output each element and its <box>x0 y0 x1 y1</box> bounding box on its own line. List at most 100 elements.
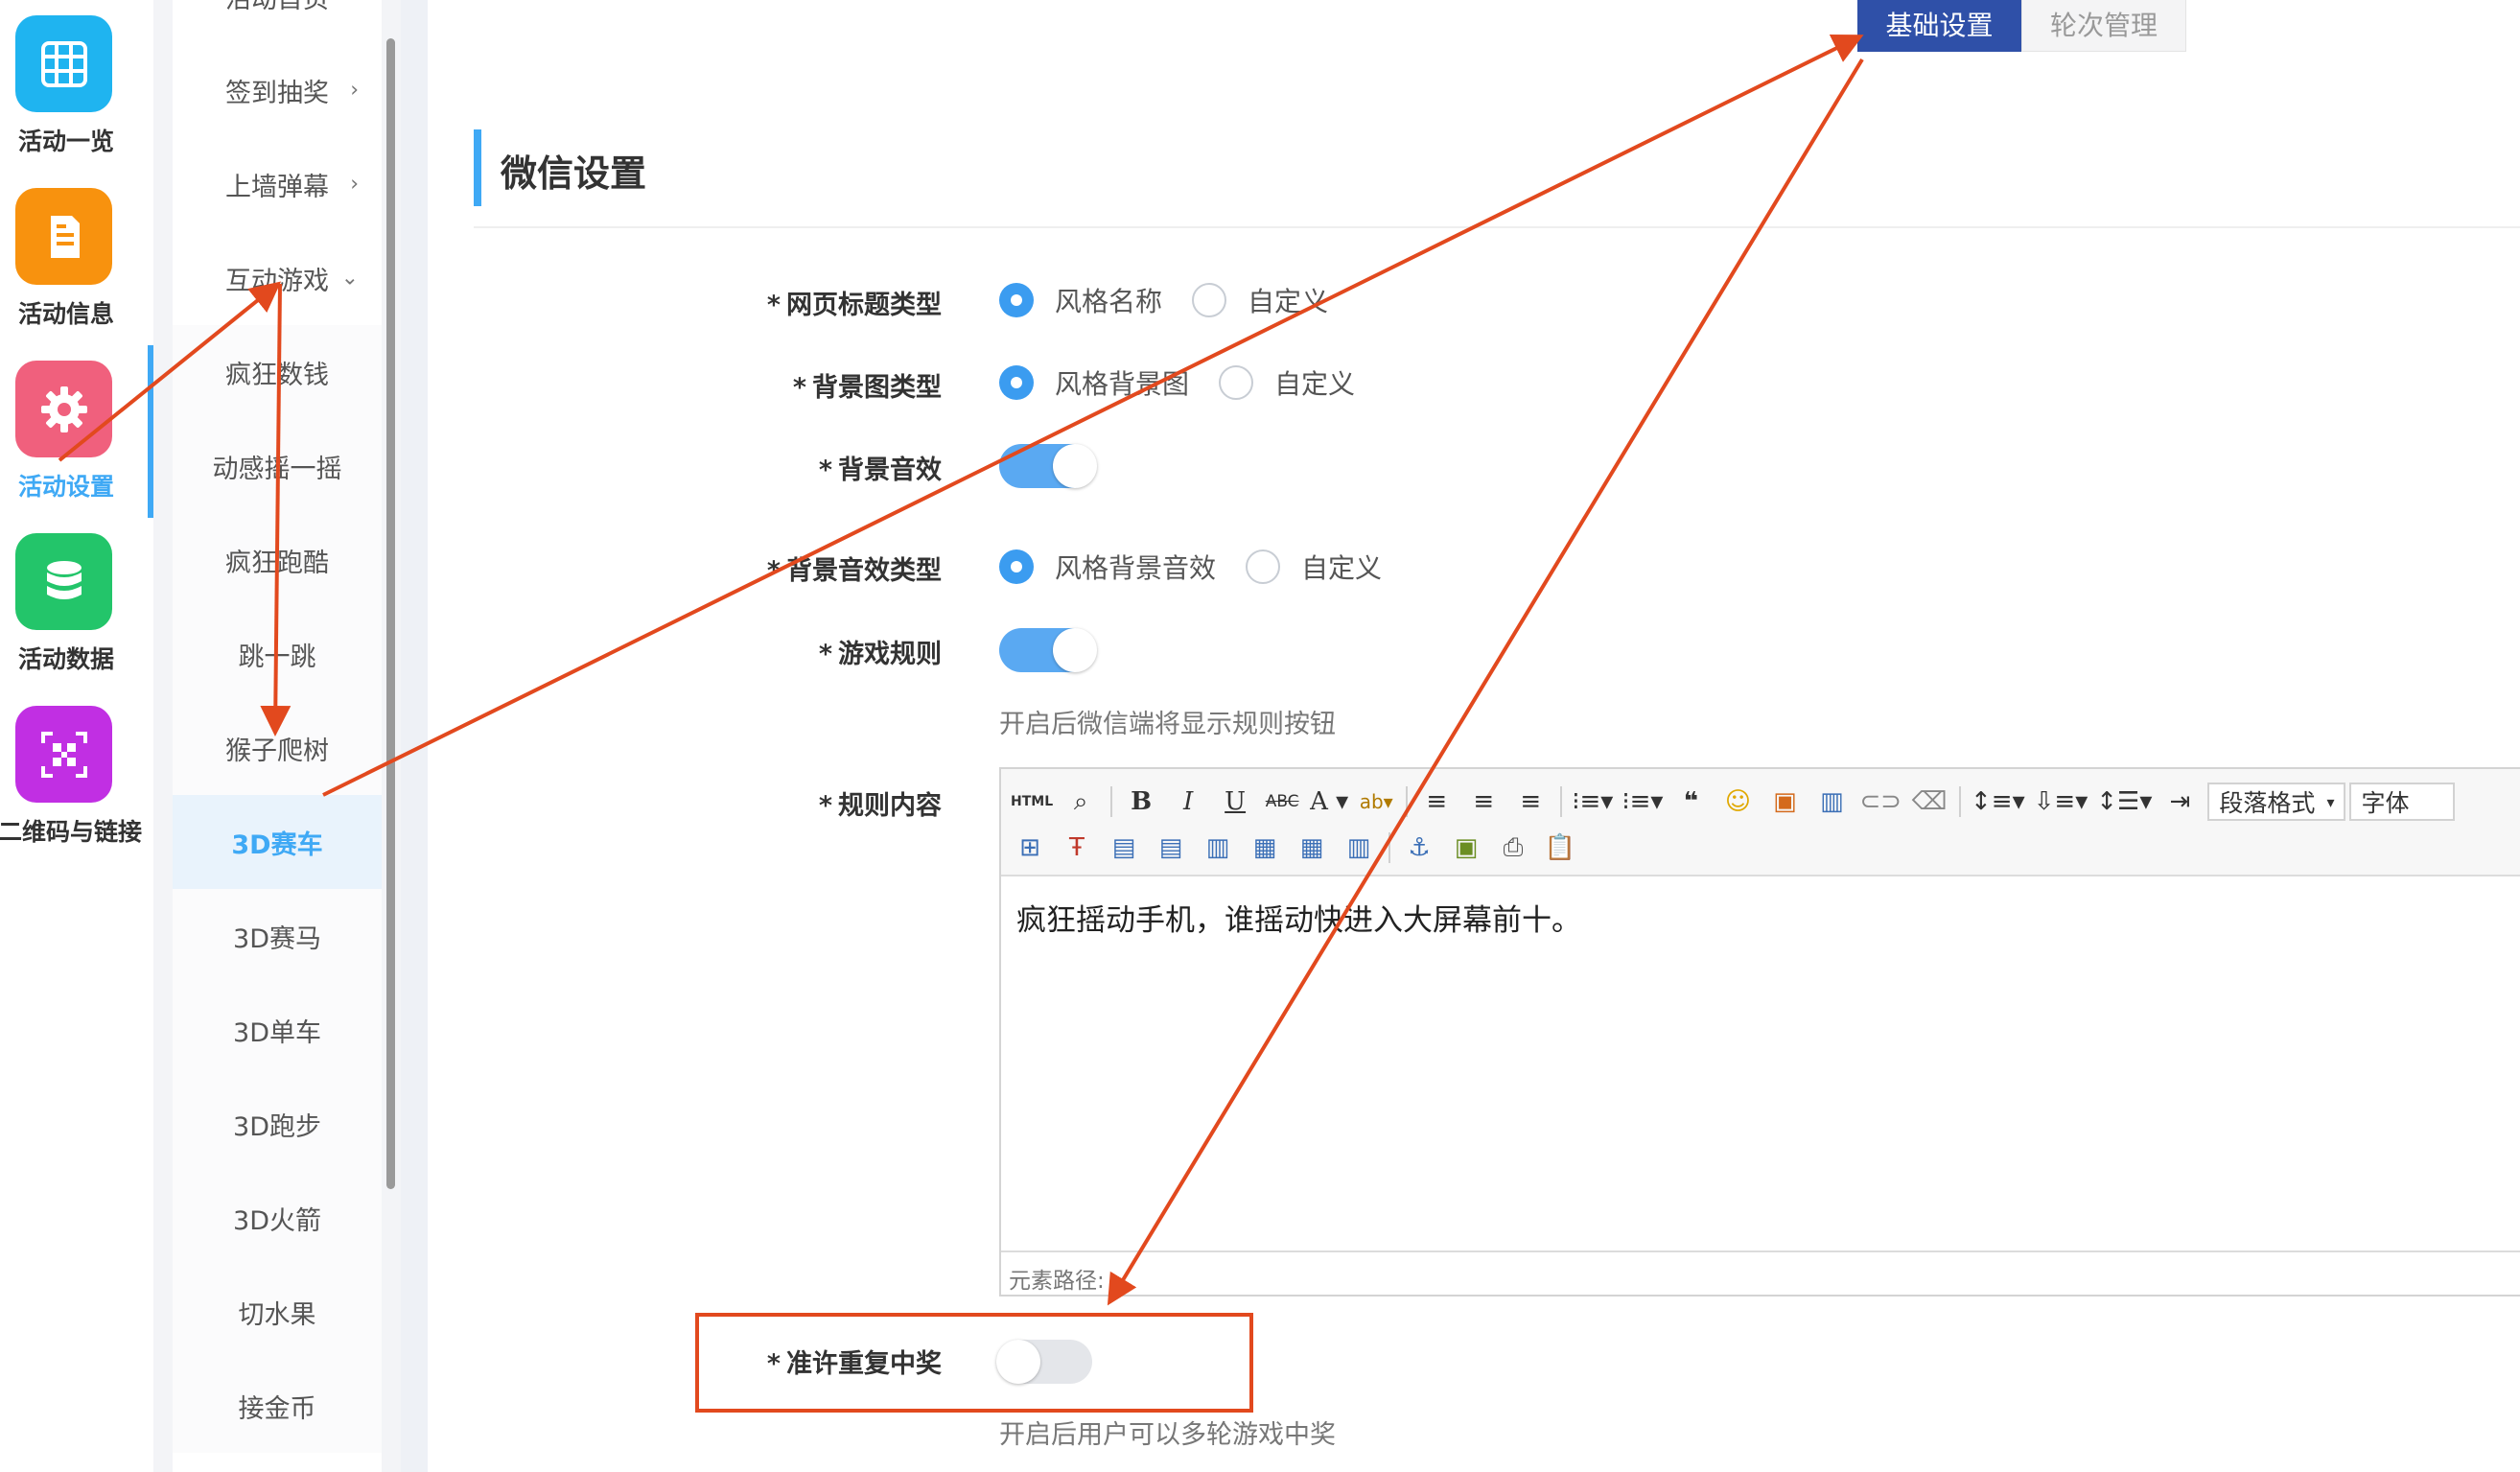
paste-icon[interactable]: 📋 <box>1541 829 1579 867</box>
align-left-icon[interactable]: ≡ <box>1417 783 1456 821</box>
game-item-label: 猴子爬树 <box>225 736 329 766</box>
game-item-label: 3D跑步 <box>233 1111 321 1142</box>
indent-icon[interactable]: ⇥ <box>2160 783 2199 821</box>
radio-label: 自定义 <box>1248 286 1329 317</box>
game-item[interactable]: 切水果 <box>173 1265 382 1359</box>
font-family-select[interactable]: 字体 <box>2349 783 2456 821</box>
tab-basic-settings[interactable]: 基础设置 <box>1857 0 2021 52</box>
preview-icon[interactable]: ⌕ <box>1062 783 1100 821</box>
radio-bg-image-custom[interactable]: 自定义 <box>1219 363 1355 402</box>
radio-dot <box>999 549 1034 584</box>
radio-label: 自定义 <box>1274 368 1356 400</box>
paragraph-format-select[interactable]: 段落格式 ▾ <box>2207 783 2346 821</box>
radio-dot <box>1219 365 1253 400</box>
game-rules-hint: 开启后微信端将显示规则按钮 <box>999 710 1336 739</box>
submenu-item-label: 互动游戏 <box>225 266 329 296</box>
line-height-icon[interactable]: ↕≡▾ <box>1971 783 2025 821</box>
submenu-item-interactive-games[interactable]: 互动游戏 ⌄ <box>173 231 382 325</box>
game-item[interactable]: 疯狂跑酷 <box>173 513 382 607</box>
rich-text-editor: HTML ⌕ B I U ABC A ▾ ab▾ ≡ ≡ ≡ ⁝≡▾ ⁝≡▾ ❝… <box>999 767 2520 1297</box>
qrcode-icon <box>15 706 112 803</box>
game-item-label: 3D火箭 <box>233 1205 321 1236</box>
sub-menu: 活动首页 签到抽奖 › 上墙弹幕 › 互动游戏 ⌄ 疯狂数钱 动感摇一摇 疯狂跑酷 跳… <box>153 0 401 1472</box>
toolbar-row: ⊞ Ŧ ▤ ▤ ▥ ▦ ▦ ▥ ⚓ ▣ ⎙ 📋 <box>1011 827 1588 869</box>
font-color-icon[interactable]: A ▾ <box>1310 783 1348 821</box>
radio-bg-image-style[interactable]: 风格背景图 <box>999 363 1189 402</box>
underline-icon[interactable]: U <box>1216 783 1254 821</box>
unordered-list-icon[interactable]: ⁝≡▾ <box>1622 783 1663 821</box>
radio-bg-sound-custom[interactable]: 自定义 <box>1246 548 1382 586</box>
radio-page-title-custom[interactable]: 自定义 <box>1192 281 1328 319</box>
section-divider <box>474 226 2520 228</box>
submenu-item-wall-danmaku[interactable]: 上墙弹幕 › <box>173 137 382 231</box>
game-item[interactable]: 跳一跳 <box>173 607 382 701</box>
rail-item-label: 活动信息 <box>17 300 114 328</box>
game-item[interactable]: 3D单车 <box>173 983 382 1077</box>
print-icon[interactable]: ⎙ <box>1494 829 1532 867</box>
insert-image-icon[interactable]: ▣ <box>1447 829 1485 867</box>
radio-label: 自定义 <box>1301 552 1383 584</box>
game-item[interactable]: 疯狂数钱 <box>173 325 382 419</box>
delete-col-icon[interactable]: ▦ <box>1246 829 1284 867</box>
rail-item-activity-data[interactable]: 活动数据 <box>0 518 153 690</box>
rail-item-activity-settings[interactable]: 活动设置 <box>0 345 153 518</box>
rail-item-activity-info[interactable]: 活动信息 <box>0 173 153 345</box>
align-right-icon[interactable]: ≡ <box>1511 783 1550 821</box>
video-icon[interactable]: ▥ <box>1812 783 1851 821</box>
radio-dot <box>1246 549 1280 584</box>
paragraph-spacing-icon[interactable]: ⇩≡▾ <box>2034 783 2088 821</box>
game-item[interactable]: 接金币 <box>173 1359 382 1453</box>
strikethrough-icon[interactable]: ABC <box>1263 783 1301 821</box>
toolbar-separator <box>1110 786 1113 817</box>
html-source-button[interactable]: HTML <box>1011 783 1053 821</box>
ordered-list-icon[interactable]: ⁝≡▾ <box>1572 783 1613 821</box>
emoji-icon[interactable]: ☺ <box>1718 783 1757 821</box>
highlight-icon[interactable]: ab▾ <box>1357 783 1395 821</box>
radio-bg-sound-style[interactable]: 风格背景音效 <box>999 548 1216 586</box>
submenu-item-checkin-lottery[interactable]: 签到抽奖 › <box>173 43 382 137</box>
split-cells-icon[interactable]: ▥ <box>1340 829 1378 867</box>
toolbar-separator <box>1560 786 1563 817</box>
tab-round-management[interactable]: 轮次管理 <box>2021 0 2186 52</box>
required-mark: * <box>766 556 781 586</box>
submenu-item-label: 活动首页 <box>225 0 329 15</box>
gear-icon <box>15 361 112 457</box>
game-rules-switch[interactable] <box>999 628 1097 672</box>
rail-item-qrcode-links[interactable]: 二维码与链接 <box>0 690 153 863</box>
chevron-down-icon: ▾ <box>2326 792 2335 811</box>
bold-icon[interactable]: B <box>1122 783 1160 821</box>
insert-row-icon[interactable]: ▤ <box>1105 829 1143 867</box>
chevron-down-icon: ⌄ <box>340 266 359 291</box>
game-item[interactable]: 动感摇一摇 <box>173 419 382 513</box>
table-props-icon[interactable]: ▦ <box>1293 829 1331 867</box>
rail-item-activity-list[interactable]: 活动一览 <box>0 0 153 173</box>
insert-col-icon[interactable]: ▥ <box>1199 829 1237 867</box>
game-item[interactable]: 3D跑步 <box>173 1077 382 1171</box>
anchor-icon[interactable]: ⚓ <box>1400 829 1438 867</box>
merge-cells-icon[interactable]: Ŧ <box>1058 829 1096 867</box>
field-label-text: 背景音效 <box>838 456 942 485</box>
radio-label: 风格背景图 <box>1055 368 1190 400</box>
bg-sound-type-label: * 背景音效类型 <box>472 549 942 587</box>
section-title: 微信设置 <box>501 152 647 195</box>
submenu-scrollbar[interactable] <box>386 38 395 1189</box>
rail-item-label: 活动数据 <box>17 645 114 673</box>
eraser-icon[interactable]: ⌫ <box>1910 783 1948 821</box>
delete-row-icon[interactable]: ▤ <box>1152 829 1190 867</box>
radio-page-title-style-name[interactable]: 风格名称 <box>999 281 1162 319</box>
blockquote-icon[interactable]: ❝ <box>1671 783 1710 821</box>
game-item[interactable]: 3D火箭 <box>173 1171 382 1265</box>
editor-content-area[interactable]: 疯狂摇动手机，谁摇动快进入大屏幕前十。 <box>1001 876 2520 1250</box>
italic-icon[interactable]: I <box>1169 783 1207 821</box>
insert-table-icon[interactable]: ⊞ <box>1011 829 1049 867</box>
row-spacing-icon[interactable]: ↕☰▾ <box>2096 783 2152 821</box>
game-item[interactable]: 3D赛马 <box>173 889 382 983</box>
game-item-label: 接金币 <box>238 1393 316 1424</box>
submenu-item-activity-home[interactable]: 活动首页 <box>173 0 382 43</box>
game-item-active[interactable]: 3D赛车 <box>173 795 382 889</box>
align-center-icon[interactable]: ≡ <box>1464 783 1503 821</box>
game-item[interactable]: 猴子爬树 <box>173 701 382 795</box>
bg-sound-switch[interactable] <box>999 444 1097 488</box>
image-icon[interactable]: ▣ <box>1765 783 1804 821</box>
link-icon[interactable]: ⊂⊃ <box>1859 783 1902 821</box>
